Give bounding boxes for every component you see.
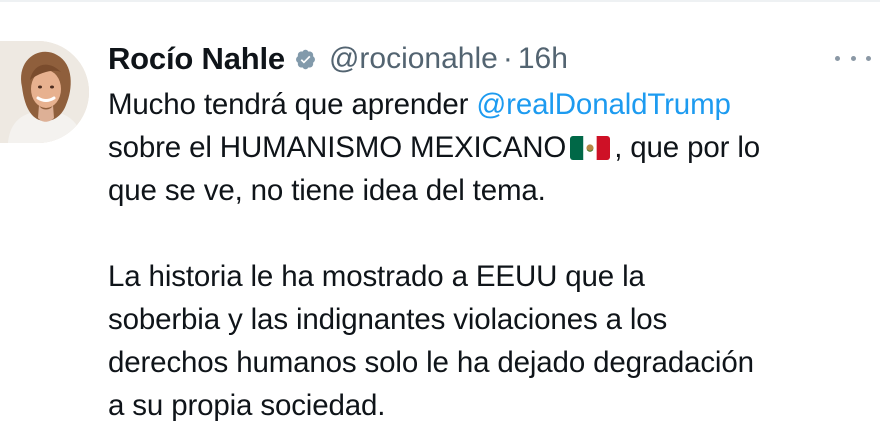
mention-link[interactable]: @realDonaldTrump bbox=[476, 88, 731, 121]
tweet-line-2: sobre el HUMANISMO MEXICANO , que por lo bbox=[108, 126, 878, 169]
mexico-flag-icon bbox=[570, 136, 611, 160]
tweet-header: Rocío Nahle @rocionahle · 16h bbox=[108, 38, 568, 80]
tweet-line-3: que se ve, no tiene idea del tema. bbox=[108, 174, 546, 207]
more-dot-2 bbox=[850, 55, 856, 61]
tweet-line-5: La historia le ha mostrado a EEUU que la bbox=[108, 260, 645, 293]
user-handle[interactable]: @rocionahle bbox=[329, 42, 498, 76]
verified-badge-icon[interactable] bbox=[292, 46, 319, 73]
tweet-line-6: soberbia y las indignantes violaciones a… bbox=[108, 303, 668, 336]
tweet-line-8: a su propia sociedad. bbox=[108, 389, 386, 422]
more-dot-3 bbox=[866, 55, 871, 61]
avatar-image bbox=[0, 41, 89, 143]
tweet-line-1-text: Mucho tendrá que aprender bbox=[108, 88, 477, 121]
tweet-text: Mucho tendrá que aprender @realDonaldTru… bbox=[108, 83, 878, 427]
more-horizontal-icon[interactable] bbox=[835, 45, 871, 71]
separator-dot: · bbox=[502, 42, 513, 75]
tweet-line-7: derechos humanos solo le ha dejado degra… bbox=[108, 346, 754, 379]
display-name[interactable]: Rocío Nahle bbox=[108, 41, 285, 77]
tweet-line-1: Mucho tendrá que aprender @realDonaldTru… bbox=[108, 83, 878, 126]
tweet-line-2-prefix: sobre el HUMANISMO MEXICANO bbox=[108, 131, 567, 164]
tweet-line-2-suffix: , que por lo bbox=[614, 131, 761, 164]
timestamp[interactable]: 16h bbox=[518, 42, 568, 76]
tweet[interactable]: Rocío Nahle @rocionahle · 16h Mucho tend… bbox=[0, 0, 880, 445]
avatar[interactable] bbox=[0, 41, 89, 143]
more-dot-1 bbox=[835, 55, 840, 61]
